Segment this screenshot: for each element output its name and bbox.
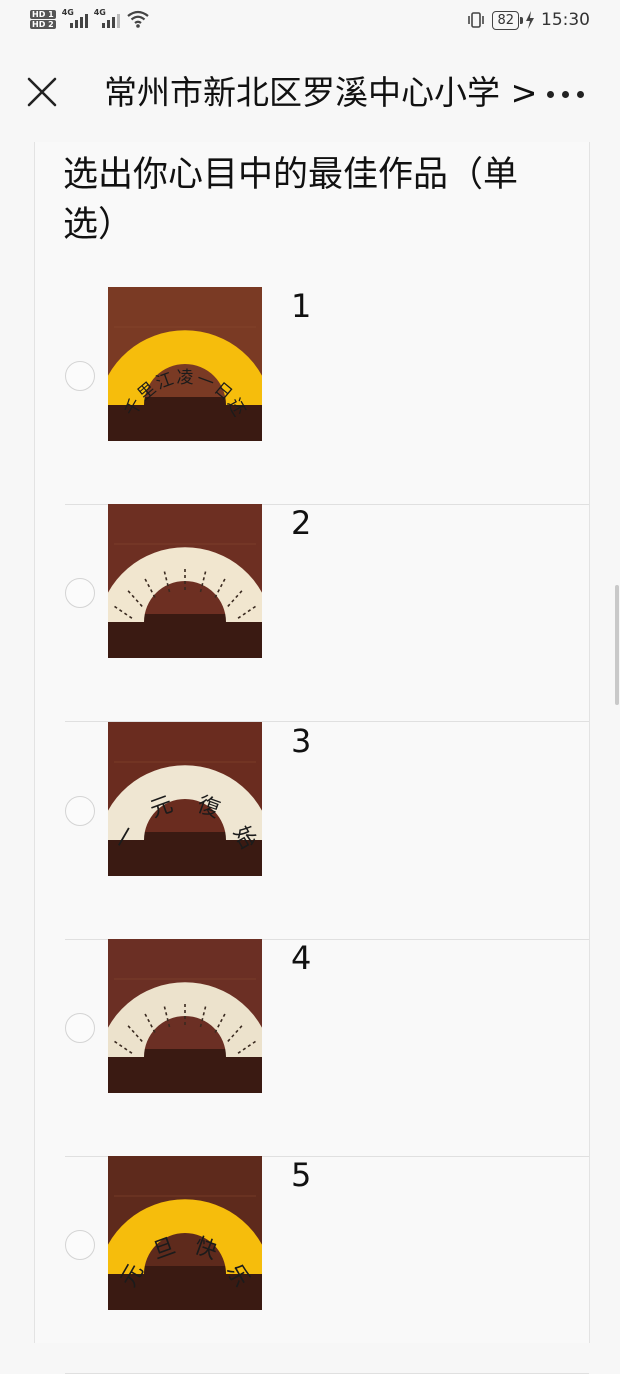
sim2-badge: HD 2 bbox=[30, 19, 56, 29]
artwork-image: 元旦快乐 bbox=[108, 1156, 262, 1310]
vibrate-icon bbox=[468, 12, 485, 28]
status-bar: HD 1 HD 2 4G 4G 82 15:30 bbox=[0, 0, 620, 44]
signal-icon: 4G bbox=[94, 8, 120, 30]
option-2[interactable]: 2 bbox=[65, 504, 589, 722]
option-3[interactable]: 一元復始 3 bbox=[65, 722, 589, 940]
svg-text:凌: 凌 bbox=[177, 368, 194, 388]
clock: 15:30 bbox=[541, 10, 590, 30]
artwork-image: 千里江凌一日还 bbox=[108, 287, 262, 441]
more-icon[interactable] bbox=[547, 74, 584, 114]
question-title: 选出你心目中的最佳作品（单选） bbox=[63, 155, 519, 245]
wifi-icon bbox=[127, 10, 149, 28]
option-label: 2 bbox=[291, 504, 312, 542]
sim-badges: HD 1 HD 2 bbox=[30, 9, 56, 29]
status-left: HD 1 HD 2 4G 4G bbox=[30, 8, 150, 30]
close-icon[interactable] bbox=[26, 76, 58, 108]
radio-button[interactable] bbox=[65, 361, 95, 391]
option-label: 4 bbox=[291, 939, 312, 977]
status-right: 82 15:30 bbox=[466, 10, 590, 30]
option-5[interactable]: 元旦快乐 5 bbox=[65, 1156, 589, 1374]
title-bar: 常州市新北区罗溪中心小学 > bbox=[0, 44, 620, 142]
radio-button[interactable] bbox=[65, 1230, 95, 1260]
signal-icon: 4G bbox=[62, 8, 88, 30]
battery-icon: 82 bbox=[492, 10, 523, 30]
sim1-badge: HD 1 bbox=[30, 9, 56, 19]
option-1[interactable]: 千里江凌一日还 1 bbox=[65, 287, 589, 505]
artwork-image bbox=[108, 939, 262, 1093]
survey-card: 选出你心目中的最佳作品（单选） 千里江凌一日还 1 2 一元復始 3 4 元 旦… bbox=[34, 142, 590, 1374]
scrollbar[interactable] bbox=[615, 585, 619, 705]
option-4[interactable]: 4 bbox=[65, 939, 589, 1157]
option-label: 3 bbox=[291, 722, 312, 760]
artwork-image: 一元復始 bbox=[108, 722, 262, 876]
option-label: 1 bbox=[291, 287, 312, 325]
page-title[interactable]: 常州市新北区罗溪中心小学 > bbox=[104, 70, 534, 116]
charging-icon bbox=[526, 11, 534, 29]
artwork-image bbox=[108, 504, 262, 658]
option-label: 5 bbox=[291, 1156, 312, 1194]
radio-button[interactable] bbox=[65, 796, 95, 826]
radio-button[interactable] bbox=[65, 578, 95, 608]
radio-button[interactable] bbox=[65, 1013, 95, 1043]
